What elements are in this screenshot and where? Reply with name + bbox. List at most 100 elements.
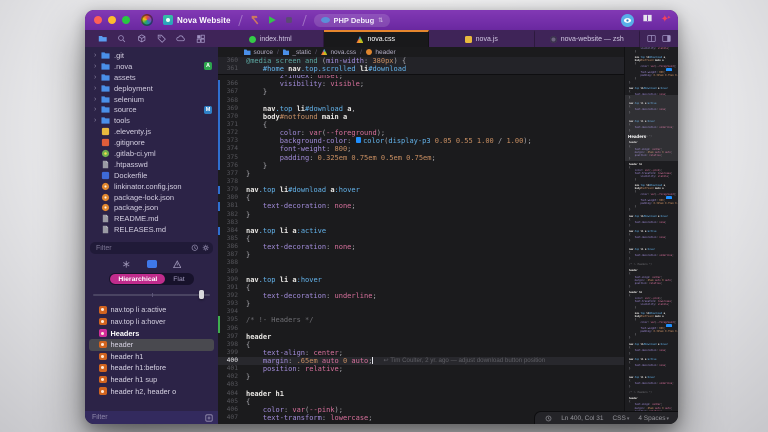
code-line[interactable]: 389 <box>218 268 624 276</box>
code-line[interactable]: 377} <box>218 170 624 178</box>
code-line[interactable]: 372 color: var(--foreground); <box>218 129 624 138</box>
indent-selector[interactable]: 4 Spaces▾ <box>638 415 669 422</box>
split-editor-icon[interactable] <box>647 34 656 43</box>
code-line[interactable]: 369 nav .top li #download a, <box>218 104 624 113</box>
tab-nova-js[interactable]: nova.js <box>429 30 535 47</box>
code-line[interactable]: 386 text-decoration: none; <box>218 243 624 251</box>
tab-index-html[interactable]: index.html <box>218 30 324 47</box>
search-icon[interactable] <box>116 33 128 45</box>
code-line[interactable]: 373 background-color: color(display-p3 0… <box>218 137 624 146</box>
code-line[interactable]: 383 <box>218 219 624 227</box>
symbol-item[interactable]: header h1 sup <box>89 374 214 386</box>
breadcrumb-item[interactable]: source <box>254 49 274 56</box>
symbols-depth-slider[interactable] <box>93 290 210 300</box>
issues-warning-icon[interactable] <box>172 260 182 269</box>
code-line[interactable]: 375 padding: 0.325em 0.75em 0.5em 0.75em… <box>218 153 624 162</box>
asterisk-icon[interactable] <box>122 260 131 269</box>
code-line[interactable]: 368 <box>218 96 624 105</box>
code-line[interactable]: 391 { <box>218 284 624 292</box>
file-tree-item[interactable]: package.json <box>85 202 218 213</box>
file-tree-item[interactable]: .eleventy.js <box>85 126 218 137</box>
code-line[interactable]: 396 <box>218 324 624 333</box>
breadcrumb-item[interactable]: header <box>375 49 395 56</box>
tab-nova-website-zsh[interactable]: nova-website — zsh <box>535 30 640 47</box>
code-line[interactable]: 400 margin: .65em auto 0 auto; ↩ Tim Coul… <box>218 357 624 366</box>
symbol-item[interactable]: header h2, header o <box>89 385 214 397</box>
run-button[interactable] <box>267 15 278 26</box>
code-line[interactable]: 374 font-weight: 800; <box>218 145 624 154</box>
code-line[interactable]: 397 header <box>218 333 624 341</box>
task-selector[interactable]: PHP Debug ⇅ <box>313 13 391 27</box>
chevron-right-icon[interactable]: › <box>94 117 101 124</box>
symbols-filter-input[interactable] <box>94 243 188 253</box>
code-line[interactable]: 390 nav .top li a:hover <box>218 276 624 284</box>
code-line[interactable]: 393} <box>218 300 624 308</box>
code-line[interactable]: 398 { <box>218 341 624 349</box>
file-tree-item[interactable]: › assets <box>85 72 218 83</box>
docs-book-button[interactable] <box>642 11 653 29</box>
preview-eye-button[interactable] <box>620 13 634 27</box>
tree-filter-input[interactable] <box>90 413 201 422</box>
chevron-right-icon[interactable]: › <box>94 63 101 70</box>
code-line[interactable]: 378 <box>218 178 624 186</box>
code-line[interactable]: 394 <box>218 308 624 316</box>
toggle-panel-icon[interactable] <box>662 34 671 43</box>
gear-icon[interactable] <box>202 244 210 252</box>
build-hammer-button[interactable] <box>250 15 261 26</box>
code-line[interactable]: 376 } <box>218 161 624 170</box>
code-line[interactable]: 405 { <box>218 398 624 406</box>
symbol-item[interactable]: header h1:before <box>89 362 214 374</box>
symbol-item[interactable]: header <box>89 338 214 351</box>
file-tree-item[interactable]: › selenium <box>85 94 218 105</box>
files-icon[interactable] <box>97 33 109 45</box>
code-line[interactable]: 379 nav .top li #download a:hover <box>218 186 624 195</box>
file-tree-item[interactable]: › source M <box>85 104 218 115</box>
code-line[interactable]: 399 text-align: center; <box>218 349 624 357</box>
code-line[interactable]: 360 @media screen and (min-width: 380px) … <box>218 57 624 65</box>
file-tree-item[interactable]: package-lock.json <box>85 192 218 203</box>
file-tree-item[interactable]: linkinator.config.json <box>85 181 218 192</box>
build-icon[interactable] <box>136 33 148 45</box>
project-switcher[interactable]: Nova Website <box>163 15 231 25</box>
code-line[interactable]: 404 header h1 <box>218 390 624 398</box>
close-window-button[interactable] <box>94 16 102 24</box>
chevron-right-icon[interactable]: › <box>94 96 101 103</box>
code-line[interactable]: 387} <box>218 251 624 259</box>
code-line[interactable]: 402} <box>218 373 624 381</box>
editor-pane[interactable]: source / _static / nova.css / header 360 @media… <box>218 47 678 424</box>
sparkle-icon[interactable]: ✦ ✦ <box>661 15 671 25</box>
reports-icon[interactable] <box>194 33 206 45</box>
file-tree-item[interactable]: › .git <box>85 50 218 61</box>
code-line[interactable]: 401 position: relative; <box>218 365 624 373</box>
breadcrumb-item[interactable]: _static <box>292 49 311 56</box>
symbol-item[interactable]: nav.top li a:hover <box>89 316 214 328</box>
file-tree-item[interactable]: Dockerfile <box>85 170 218 181</box>
code-line[interactable]: 381 text-decoration: none; <box>218 202 624 211</box>
code-line[interactable]: 388 <box>218 259 624 267</box>
chevron-right-icon[interactable]: › <box>94 74 101 81</box>
history-clock-icon[interactable] <box>191 244 199 252</box>
symbols-list-icon[interactable] <box>146 260 157 269</box>
code-line[interactable]: 380 { <box>218 194 624 202</box>
file-tree-item[interactable]: .gitignore <box>85 137 218 148</box>
chevron-right-icon[interactable]: › <box>94 85 101 92</box>
code-line[interactable]: 371 { <box>218 120 624 130</box>
segmented-option-flat[interactable]: Flat <box>165 274 192 284</box>
language-selector[interactable]: CSS▾ <box>612 415 629 422</box>
minimap-viewport[interactable] <box>625 95 678 161</box>
code-line[interactable]: 385 { <box>218 235 624 243</box>
symbol-item[interactable]: nav.top li a:active <box>89 304 214 316</box>
code-line[interactable]: 403 <box>218 381 624 389</box>
code-line[interactable]: 361 #home nav .top.scrolled li #download <box>218 65 624 73</box>
cursor-position[interactable]: Ln 400, Col 31 <box>561 415 603 422</box>
code-line[interactable]: 384 nav .top li a:active <box>218 226 624 235</box>
code-line[interactable]: 395 /* !- Headers */ <box>218 316 624 325</box>
file-tree-item[interactable]: .htpasswd <box>85 159 218 170</box>
chevron-right-icon[interactable]: › <box>94 52 101 59</box>
code-line[interactable]: z-index: unset; <box>218 75 624 80</box>
segmented-option-hierarchical[interactable]: Hierarchical <box>110 274 166 285</box>
file-tree-item[interactable]: README.md <box>85 213 218 224</box>
minimap[interactable]: visibility: visible; } nav.top li#downlo… <box>624 47 678 424</box>
code-line[interactable]: 366 visibility: visible; <box>218 80 624 89</box>
slider-thumb[interactable] <box>199 290 204 300</box>
